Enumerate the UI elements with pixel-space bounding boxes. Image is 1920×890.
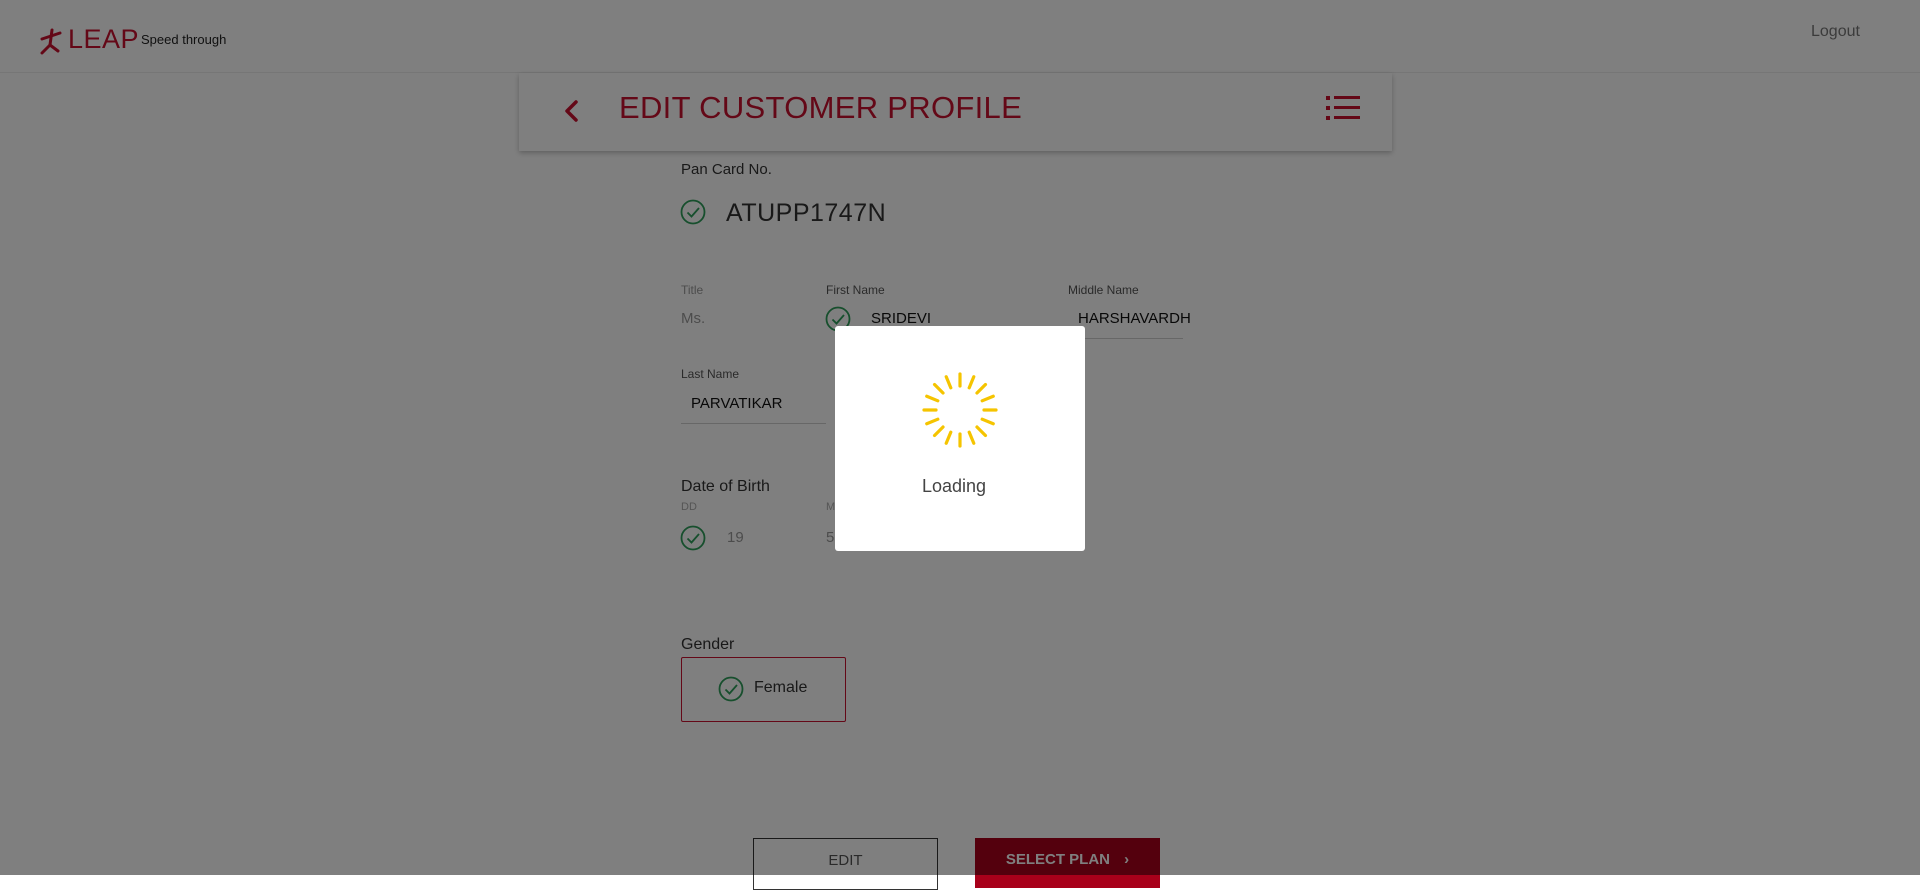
spinner-ray: [925, 417, 940, 426]
spinner-ray: [975, 425, 988, 438]
spinner-ray: [925, 394, 940, 403]
spinner-ray: [932, 382, 945, 395]
spinner-ray: [967, 375, 976, 390]
spinner-ray: [932, 425, 945, 438]
spinner-ray: [967, 430, 976, 445]
spinner-ray: [980, 417, 995, 426]
loading-spinner-icon: [922, 372, 998, 448]
spinner-ray: [975, 382, 988, 395]
spinner-ray: [980, 394, 995, 403]
spinner-ray: [944, 375, 953, 390]
spinner-ray: [944, 430, 953, 445]
loading-label: Loading: [921, 476, 987, 496]
